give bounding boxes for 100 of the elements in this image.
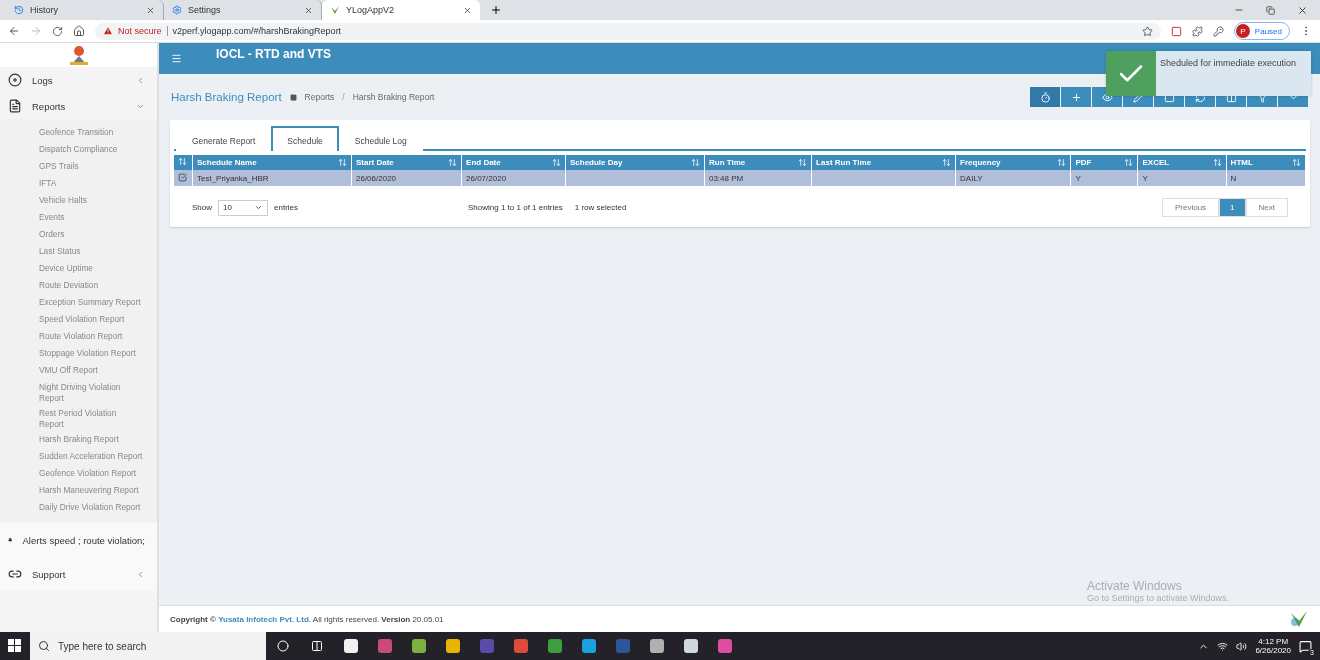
- message-icon: [1299, 639, 1312, 653]
- sidebar-item[interactable]: Support: [0, 557, 157, 591]
- close-icon[interactable]: [146, 5, 155, 15]
- disc-icon: [8, 73, 22, 87]
- column-header[interactable]: EXCEL: [1138, 155, 1227, 170]
- column-header[interactable]: HTML: [1226, 155, 1306, 170]
- column-header[interactable]: Frequency: [955, 155, 1071, 170]
- sidebar-subitem[interactable]: Device Uptime: [39, 263, 143, 276]
- table-cell: Y: [1138, 170, 1227, 186]
- page-button[interactable]: 1: [1219, 198, 1246, 217]
- column-header[interactable]: Run Time: [704, 155, 812, 170]
- address-field[interactable]: Not secure v2perf.ylogapp.com/#/harshBrakingReport: [95, 22, 1161, 40]
- sidebar-subitem[interactable]: IFTA: [39, 178, 143, 191]
- table-info: Showing 1 to 1 of 1 entries: [468, 203, 563, 212]
- close-icon[interactable]: [463, 5, 472, 15]
- add-button[interactable]: [1061, 87, 1091, 107]
- toast-message: Sheduled for immediate execution: [1159, 57, 1298, 70]
- sidebar-item[interactable]: Alerts speed ; route violation;: [0, 523, 157, 557]
- reload-icon[interactable]: [52, 25, 63, 37]
- sort-icon: [1057, 158, 1067, 167]
- sidebar-subitem[interactable]: Rest Period Violation Report: [39, 408, 143, 430]
- sidebar-subitem[interactable]: GPS Trails: [39, 161, 143, 174]
- sidebar-subitem[interactable]: Sudden Acceleration Report: [39, 451, 143, 464]
- company-link[interactable]: Yusata Infotech Pvt. Ltd.: [218, 614, 312, 624]
- sidebar-subitem[interactable]: Dispatch Compliance: [39, 144, 143, 157]
- selection-info: 1 row selected: [574, 203, 627, 212]
- sort-icon: [551, 158, 561, 167]
- activation-title: Activate Windows: [1087, 579, 1183, 593]
- close-icon[interactable]: [304, 5, 313, 15]
- column-header[interactable]: End Date: [461, 155, 566, 170]
- sort-icon: [798, 158, 808, 167]
- profile-avatar: P: [1235, 24, 1250, 38]
- security-warning: Not secure: [118, 26, 162, 36]
- timer-icon: [1039, 91, 1051, 103]
- checkbox-checked-icon[interactable]: [178, 172, 187, 182]
- sidebar-subitem[interactable]: Route Violation Report: [39, 331, 143, 344]
- sidebar-subitem[interactable]: Orders: [39, 229, 143, 242]
- column-header[interactable]: Start Date: [351, 155, 462, 170]
- sidebar-subitem[interactable]: Route Deviation: [39, 280, 143, 293]
- windows-logo-icon: [8, 639, 22, 653]
- breadcrumb-separator: /: [342, 92, 345, 102]
- star-icon[interactable]: [1141, 25, 1153, 37]
- table-cell: Test_Priyanka_HBR: [192, 170, 352, 186]
- sidebar-subitem[interactable]: Exception Summary Report: [39, 297, 143, 310]
- column-header[interactable]: Last Run Time: [811, 155, 956, 170]
- sort-icon: [1212, 158, 1222, 167]
- new-tab-icon[interactable]: [490, 4, 502, 16]
- sidebar-subitem[interactable]: Geofence Violation Report: [39, 468, 143, 481]
- app-title: IOCL - RTD and VTS: [216, 47, 332, 61]
- document-icon: [8, 99, 22, 113]
- speaker-icon[interactable]: [1236, 640, 1248, 652]
- sidebar-subitem[interactable]: Harsh Maneuvering Report: [39, 485, 143, 498]
- sort-icon: [1292, 158, 1301, 167]
- warning-icon: [103, 26, 113, 36]
- menu-icon[interactable]: [171, 53, 182, 64]
- taskbar-clock[interactable]: 4:12 PM 6/26/2020: [1255, 637, 1291, 655]
- sidebar-subitem[interactable]: Geofence Transition: [39, 127, 143, 140]
- breadcrumb-item: Harsh Braking Report: [352, 92, 435, 102]
- column-header[interactable]: PDF: [1070, 155, 1138, 170]
- select-header[interactable]: [174, 155, 193, 170]
- puzzle-icon[interactable]: [1191, 25, 1203, 37]
- sidebar-subitem[interactable]: Speed Violation Report: [39, 314, 143, 327]
- search-icon: [38, 640, 50, 652]
- column-header[interactable]: Schedule Day: [565, 155, 705, 170]
- eye-icon: [1101, 91, 1113, 103]
- sidebar-subitem[interactable]: Daily Drive Violation Report: [39, 502, 143, 515]
- browser-tab[interactable]: YLogAppV2: [322, 0, 480, 20]
- sidebar-subitem[interactable]: Harsh Braking Report: [39, 434, 143, 447]
- table-cell: DAILY: [955, 170, 1071, 186]
- sidebar-subitem[interactable]: Events: [39, 212, 143, 225]
- sort-icon: [942, 158, 952, 167]
- sidebar-subitem[interactable]: Last Status: [39, 246, 143, 259]
- breadcrumb-item[interactable]: Reports: [304, 92, 335, 102]
- plus-icon: [1070, 91, 1082, 103]
- back-icon[interactable]: [8, 25, 20, 37]
- sidebar-subitem[interactable]: Stoppage Violation Report: [39, 348, 143, 361]
- sort-icon: [178, 157, 187, 166]
- timer-button[interactable]: [1030, 87, 1060, 107]
- taskbar-search-field[interactable]: Type here to search: [30, 632, 266, 660]
- wifi-icon[interactable]: [1217, 640, 1229, 652]
- page-button[interactable]: Next: [1245, 198, 1288, 217]
- key-icon[interactable]: [1212, 25, 1224, 37]
- tab[interactable]: Schedule: [271, 126, 339, 151]
- sidebar-subitem[interactable]: Vehicle Halts: [39, 195, 143, 208]
- leaf-logo-icon: [1289, 610, 1309, 628]
- home-icon[interactable]: [73, 25, 85, 37]
- sort-icon: [338, 158, 347, 167]
- entries-select[interactable]: 10: [218, 199, 268, 216]
- extension-icon[interactable]: [1170, 25, 1182, 37]
- sidebar-subitem[interactable]: Night Driving Violation Report: [39, 382, 143, 404]
- close-icon[interactable]: [1297, 4, 1308, 16]
- table-row[interactable]: Test_Priyanka_HBR 26/06/2020 26/07/2020 03:48 PM DAILY Y Y N: [174, 170, 1306, 186]
- leaf-logo-icon: [330, 5, 340, 15]
- page-title: Harsh Braking Report: [171, 91, 282, 103]
- restore-icon[interactable]: [1266, 5, 1275, 15]
- sidebar-subitem[interactable]: VMU Off Report: [39, 365, 143, 378]
- page-button[interactable]: Previous: [1161, 198, 1220, 217]
- column-header[interactable]: Schedule Name: [192, 155, 352, 170]
- sort-icon: [690, 158, 700, 167]
- link-icon: [8, 567, 22, 581]
